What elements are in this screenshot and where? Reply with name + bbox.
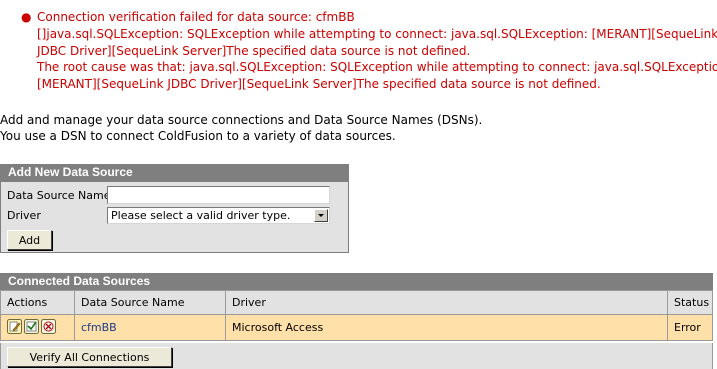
verify-icon[interactable] xyxy=(24,319,39,334)
table-header-row: Actions Data Source Name Driver Status xyxy=(0,290,713,315)
driver-select-value: Please select a valid driver type. xyxy=(111,209,291,222)
bullet-icon: ● xyxy=(21,10,32,24)
intro-line-2: You use a DSN to connect ColdFusion to a… xyxy=(0,129,396,143)
status-cell: Error xyxy=(667,314,713,341)
edit-icon[interactable] xyxy=(7,319,22,334)
column-header-name: Data Source Name xyxy=(74,290,226,315)
add-button[interactable]: Add xyxy=(7,230,52,250)
add-panel-title: Add New Data Source xyxy=(8,165,133,179)
column-header-status: Status xyxy=(667,290,713,315)
add-panel-header: Add New Data Source xyxy=(0,164,349,181)
connected-panel-title: Connected Data Sources xyxy=(8,274,151,288)
error-line: JDBC Driver][SequeLink Server]The specif… xyxy=(37,43,471,58)
delete-icon[interactable] xyxy=(41,319,56,334)
column-header-actions: Actions xyxy=(0,290,75,315)
driver-cell: Microsoft Access xyxy=(225,314,668,341)
error-line: Connection verification failed for data … xyxy=(37,10,355,24)
table-footer: Verify All Connections xyxy=(0,343,713,369)
driver-label: Driver xyxy=(7,209,41,222)
column-header-driver: Driver xyxy=(225,290,668,315)
connected-panel-header: Connected Data Sources xyxy=(0,273,713,290)
add-panel-body: Data Source Name Driver Please select a … xyxy=(0,181,349,253)
driver-select[interactable]: Please select a valid driver type. xyxy=(107,207,330,224)
data-source-name-label: Data Source Name xyxy=(7,189,111,202)
table-row: cfmBB Microsoft Access Error xyxy=(0,314,713,341)
intro-line-1: Add and manage your data source connecti… xyxy=(0,113,483,127)
data-sources-table: Actions Data Source Name Driver Status c… xyxy=(0,290,713,341)
data-source-name-input[interactable] xyxy=(107,186,330,204)
actions-cell xyxy=(0,314,75,341)
data-source-name-link[interactable]: cfmBB xyxy=(74,314,226,341)
error-line: []java.sql.SQLException: SQLException wh… xyxy=(37,26,717,41)
chevron-down-icon[interactable] xyxy=(314,209,328,222)
error-line: The root cause was that: java.sql.SQLExc… xyxy=(37,60,717,75)
verify-all-connections-button[interactable]: Verify All Connections xyxy=(7,347,172,367)
error-line: [MERANT][SequeLink JDBC Driver][SequeLin… xyxy=(37,77,601,92)
intro-text: Add and manage your data source connecti… xyxy=(0,112,717,144)
error-lines: Connection verification failed for data … xyxy=(37,9,717,93)
